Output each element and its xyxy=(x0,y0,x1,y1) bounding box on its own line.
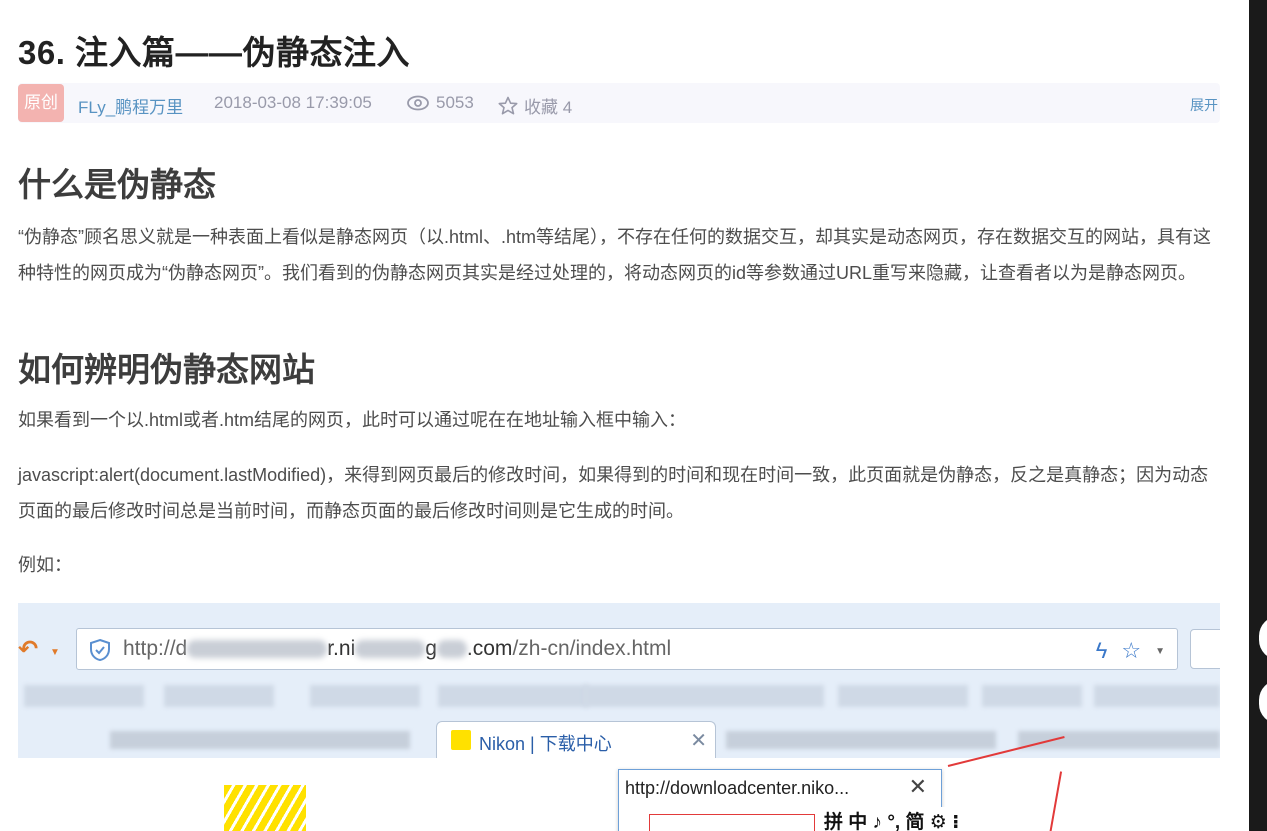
tab-title: Nikon | 下载中心 xyxy=(479,734,612,754)
paragraph-intro: 如果看到一个以.html或者.htm结尾的网页，此时可以通过呢在在地址输入框中输… xyxy=(18,410,687,430)
article-title: 36. 注入篇——伪静态注入 xyxy=(18,34,411,71)
paragraph-javascript: javascript:alert(document.lastModified)，… xyxy=(18,465,1209,521)
undo-icon: ↶ xyxy=(18,636,39,663)
annotation-line xyxy=(1047,771,1063,831)
view-count: 5053 xyxy=(407,93,474,113)
author-link[interactable]: FLy_鹏程万里 xyxy=(78,93,183,118)
section-heading-what-is: 什么是伪静态 xyxy=(18,166,216,203)
popup-highlight-box xyxy=(649,814,815,831)
eye-icon xyxy=(407,95,429,111)
browser-tabs: Nikon | 下载中心 ✕ xyxy=(18,721,1220,758)
star-icon: ☆ xyxy=(1121,638,1142,663)
address-bar: http://d r.ni g .com/zh-cn/index.html ϟ ☆ ▼ xyxy=(76,628,1178,670)
paragraph-example: 例如： xyxy=(18,555,72,575)
favorite-count: 收藏 4 xyxy=(524,98,573,117)
publish-date: 2018-03-08 17:39:05 xyxy=(214,93,372,112)
lightning-icon: ϟ xyxy=(1095,638,1108,663)
paragraph-definition: “伪静态”顾名思义就是一种表面上看似是静态网页（以.html、.htm等结尾），… xyxy=(18,227,1211,283)
close-icon: ✕ xyxy=(690,730,707,752)
chevron-down-icon: ▼ xyxy=(1155,645,1165,657)
original-badge: 原创 xyxy=(18,84,64,122)
chevron-down-icon: ▼ xyxy=(50,647,60,658)
popup-title: http://downloadcenter.niko... xyxy=(625,778,850,798)
tab-nikon: Nikon | 下载中心 ✕ xyxy=(436,721,716,758)
shield-check-icon xyxy=(90,638,110,662)
star-outline-icon xyxy=(498,96,518,115)
view-count-value: 5053 xyxy=(436,93,474,112)
browser-side-button xyxy=(1190,629,1220,669)
bookmarks-bar-blurred xyxy=(24,685,1220,707)
ime-toolbar: 拼 中 ♪ °, 简 ⚙ ⁝ xyxy=(824,807,960,831)
article-meta-bar: 原创 FLy_鹏程万里 2018-03-08 17:39:05 5053 收藏 … xyxy=(18,83,1220,123)
nikon-logo-icon xyxy=(224,785,306,831)
close-icon: ✕ xyxy=(908,774,927,799)
example-screenshot: ↶ ▼ http://d r.ni g .com/zh-cn/index.html ϟ… xyxy=(18,603,1220,831)
address-bar-icons: ϟ ☆ ▼ xyxy=(1096,638,1165,664)
section-heading-how-to-identify: 如何辨明伪静态网站 xyxy=(18,351,315,388)
favorite-button[interactable]: 收藏 4 xyxy=(498,93,572,118)
address-url: http://d r.ni g .com/zh-cn/index.html xyxy=(123,637,672,660)
expand-button[interactable]: 展开 xyxy=(1190,95,1218,115)
nikon-favicon-icon xyxy=(451,730,471,750)
browser-chrome: ↶ ▼ http://d r.ni g .com/zh-cn/index.html ϟ… xyxy=(18,603,1220,758)
